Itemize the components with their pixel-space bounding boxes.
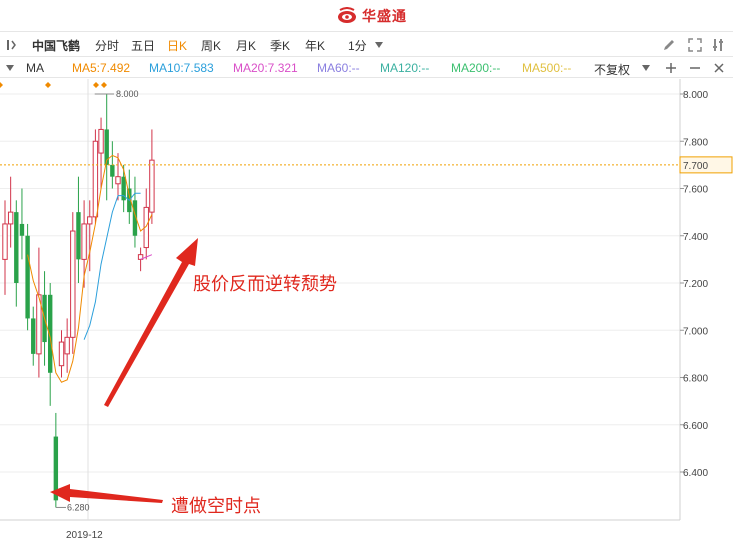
arrow-left-icon: [50, 484, 163, 503]
candle-body: [25, 235, 30, 319]
ma20-value: MA20:7.321: [233, 61, 298, 75]
candles: [2, 94, 155, 508]
y-tick-label: 6.600: [683, 421, 708, 432]
current-price-label: 7.700: [683, 161, 708, 172]
chevron-down-icon[interactable]: [375, 42, 383, 48]
plus-icon[interactable]: [665, 62, 677, 74]
candle-body: [149, 159, 155, 213]
tab-rik[interactable]: 日K: [167, 37, 187, 54]
y-axis-ticks: 8.000 7.800 7.600 7.400 7.200 7.000 6.800 6.600…: [680, 90, 708, 479]
ma200-value: MA200:--: [451, 61, 501, 75]
adjust-select[interactable]: 不复权: [594, 61, 630, 78]
event-markers: [0, 82, 107, 88]
candle-body: [2, 223, 8, 260]
settings-icon[interactable]: [712, 38, 726, 52]
annotation-reversal: 股价反而逆转颓势: [193, 274, 337, 295]
brand-header: 华盛通: [0, 0, 733, 32]
y-tick-label: 7.200: [683, 279, 708, 290]
arrow-up-icon: [104, 238, 198, 407]
candle-body: [64, 336, 70, 355]
brand-name: 华盛通: [362, 8, 407, 24]
minus-icon[interactable]: [689, 62, 701, 74]
ma10-value: MA10:7.583: [149, 61, 214, 75]
ma-label[interactable]: MA: [26, 61, 44, 75]
candlestick-chart[interactable]: 8.000 7.800 7.600 7.400 7.200 7.000 6.800 6.600…: [0, 79, 733, 548]
candle-body: [92, 140, 99, 218]
candle-body: [31, 318, 36, 354]
candle-body: [110, 164, 115, 177]
candle-body: [115, 176, 121, 185]
chevron-down-icon[interactable]: [6, 65, 14, 71]
y-tick-label: 7.600: [683, 185, 708, 196]
event-marker-icon: [45, 82, 51, 88]
ma10-line: [83, 192, 141, 340]
high-marker-label: 8.000: [116, 89, 139, 99]
minute-select[interactable]: 1分: [348, 37, 367, 54]
ma500-value: MA500:--: [522, 61, 572, 75]
chevron-down-icon[interactable]: [642, 65, 650, 71]
tab-niank[interactable]: 年K: [305, 37, 325, 54]
close-icon[interactable]: [713, 62, 725, 74]
pencil-icon[interactable]: [662, 38, 676, 52]
candle-body: [14, 212, 19, 283]
annotation-short-selling: 遭做空时点: [171, 496, 261, 517]
candle-body: [58, 341, 65, 367]
collapse-icon[interactable]: [6, 39, 20, 51]
brand-logo: 华盛通: [336, 6, 407, 26]
y-tick-label: 7.800: [683, 137, 708, 148]
event-marker-icon: [0, 82, 3, 88]
stock-name: 中国飞鹤: [32, 39, 81, 53]
tab-wuri[interactable]: 五日: [131, 37, 155, 54]
ma120-value: MA120:--: [380, 61, 430, 75]
y-tick-label: 6.800: [683, 374, 708, 385]
tab-yuek[interactable]: 月K: [236, 37, 256, 54]
y-tick-label: 6.400: [683, 468, 708, 479]
huasheng-logo-icon: [338, 7, 356, 23]
ma60-value: MA60:--: [317, 61, 360, 75]
y-tick-label: 8.000: [683, 90, 708, 101]
y-tick-label: 7.000: [683, 326, 708, 337]
ma5-value: MA5:7.492: [72, 61, 131, 75]
tab-fenshi[interactable]: 分时: [95, 37, 119, 54]
tab-jik[interactable]: 季K: [270, 37, 290, 54]
candle-body: [87, 216, 93, 225]
chart-extras: 7.700 2019-12 8.000 6.280: [0, 89, 733, 541]
candle-body: [81, 223, 87, 260]
period-toolbar: 中国飞鹤 分时 五日 日K 周K 月K 季K 年K 1分: [0, 33, 733, 57]
candle-body: [70, 230, 76, 338]
candle-body: [98, 128, 104, 154]
candle-body: [76, 212, 81, 260]
event-marker-icon: [101, 82, 107, 88]
candle-body: [7, 211, 14, 225]
y-tick-label: 7.400: [683, 232, 708, 243]
low-marker-label: 6.280: [67, 502, 90, 512]
candle-body: [19, 223, 25, 236]
event-marker-icon: [93, 82, 99, 88]
expand-icon[interactable]: [688, 38, 702, 52]
tab-zhouk[interactable]: 周K: [201, 37, 221, 54]
ma-indicator-bar: MA MA5:7.492 MA10:7.583 MA20:7.321 MA60:…: [0, 58, 733, 78]
x-axis-label: 2019-12: [66, 530, 103, 541]
